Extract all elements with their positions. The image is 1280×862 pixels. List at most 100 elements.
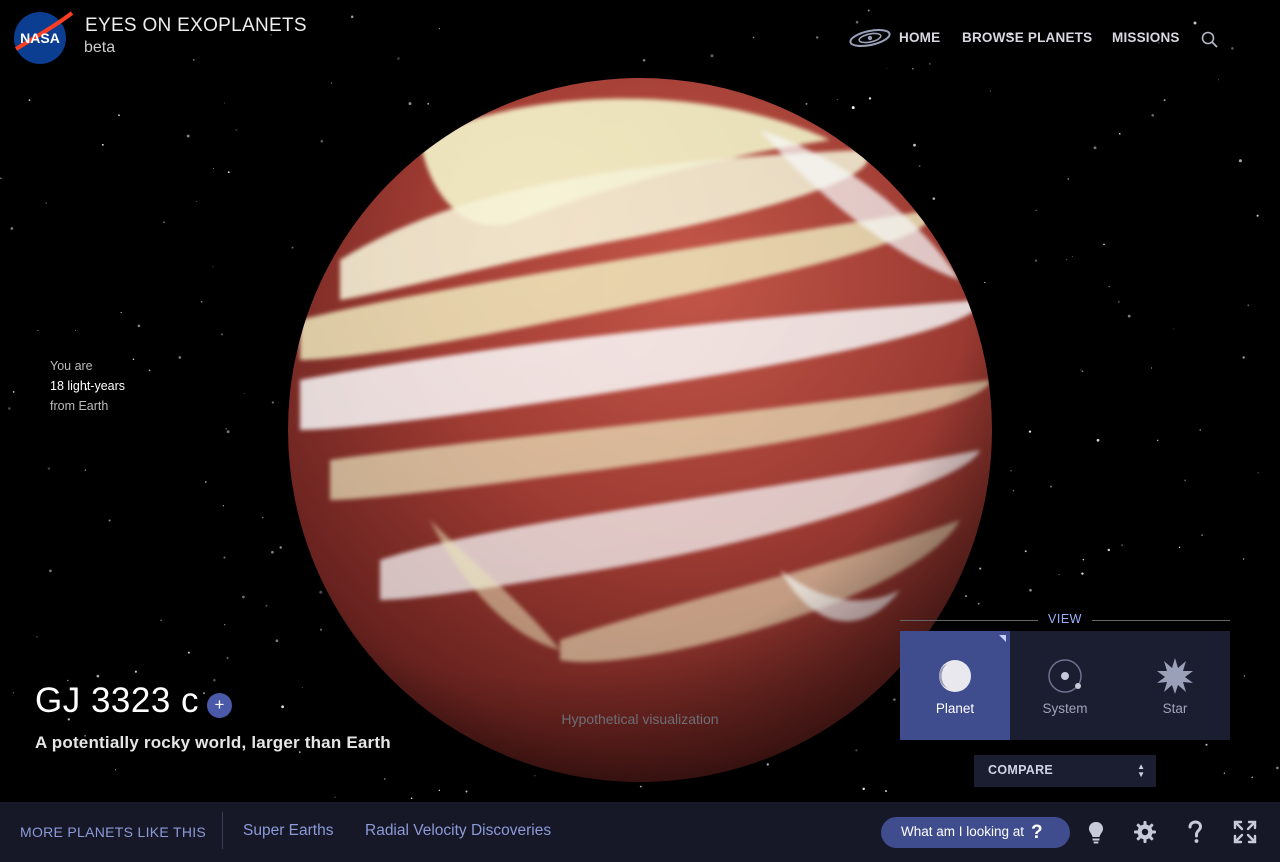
background-star <box>1199 429 1201 431</box>
visualization-note: Hypothetical visualization <box>561 711 719 727</box>
background-star <box>1093 146 1097 150</box>
distance-suffix: from Earth <box>50 399 109 413</box>
background-star <box>1173 328 1175 330</box>
background-star <box>1035 209 1037 212</box>
view-star-label: Star <box>1162 701 1188 716</box>
background-star <box>893 698 896 701</box>
nasa-logo[interactable]: NASA <box>10 9 74 65</box>
background-star <box>918 165 921 167</box>
background-star <box>965 595 967 597</box>
app-subtitle: beta <box>84 39 116 56</box>
background-star <box>227 171 230 174</box>
background-star <box>350 15 354 19</box>
background-star <box>1178 546 1181 548</box>
background-star <box>868 97 872 100</box>
background-star <box>1096 438 1100 442</box>
galaxy-icon[interactable] <box>847 26 893 50</box>
background-star <box>1080 369 1082 371</box>
background-star <box>186 134 190 138</box>
active-corner-indicator <box>999 635 1006 642</box>
app-title[interactable]: EYES ON EXOPLANETS <box>85 15 307 37</box>
compare-select[interactable]: COMPARE ▲ ▼ <box>974 755 1156 787</box>
background-star <box>8 407 11 410</box>
background-star <box>465 790 468 793</box>
background-star <box>244 392 246 395</box>
background-star <box>319 590 323 594</box>
background-star <box>1201 534 1203 537</box>
category-radial-velocity[interactable]: Radial Velocity Discoveries <box>365 822 551 840</box>
background-star <box>101 143 104 146</box>
background-star <box>220 333 224 336</box>
background-star <box>137 324 141 328</box>
background-star <box>867 9 870 12</box>
more-planets-label: MORE PLANETS LIKE THIS <box>20 824 207 840</box>
background-star <box>1193 21 1197 25</box>
planet-name: GJ 3323 c <box>35 681 200 720</box>
what-am-i-looking-at-label: What am I looking at <box>901 824 1025 839</box>
background-star <box>932 197 936 200</box>
add-planet-button[interactable]: + <box>207 693 232 718</box>
lightbulb-icon[interactable] <box>1082 818 1110 846</box>
background-star <box>1029 588 1032 592</box>
background-star <box>1151 114 1154 117</box>
background-star <box>438 28 440 30</box>
background-star <box>1049 485 1053 488</box>
background-star <box>1058 574 1060 576</box>
background-star <box>911 67 914 70</box>
view-star-button[interactable]: Star <box>1120 631 1230 740</box>
background-star <box>37 329 39 331</box>
background-star <box>10 227 14 230</box>
background-star <box>427 102 430 105</box>
background-star <box>96 674 100 678</box>
background-star <box>1107 548 1111 552</box>
view-system-label: System <box>1042 701 1088 716</box>
background-star <box>1103 243 1105 246</box>
background-star <box>28 99 31 102</box>
background-star <box>1151 367 1153 369</box>
background-star <box>1184 479 1186 482</box>
search-icon[interactable] <box>1200 30 1220 50</box>
background-star <box>836 99 838 100</box>
background-star <box>886 67 888 69</box>
view-planet-button[interactable]: Planet <box>900 631 1010 740</box>
background-star <box>766 763 769 766</box>
background-star <box>1071 256 1073 258</box>
view-label: VIEW <box>900 612 1230 628</box>
background-star <box>1223 772 1226 774</box>
help-icon[interactable] <box>1181 818 1209 846</box>
background-star <box>1251 776 1254 779</box>
distance-prefix: You are <box>50 359 93 373</box>
background-star <box>84 469 87 471</box>
background-star <box>1121 544 1123 546</box>
background-star <box>301 687 303 689</box>
background-star <box>1108 286 1110 288</box>
background-star <box>204 481 207 483</box>
planet-globe <box>288 78 992 782</box>
view-system-button[interactable]: System <box>1010 631 1120 740</box>
background-star <box>805 102 808 105</box>
background-star <box>438 789 441 791</box>
gear-icon[interactable] <box>1131 818 1159 846</box>
background-star <box>45 202 47 204</box>
background-star <box>281 705 284 709</box>
distance-value: 18 light-years <box>50 379 126 393</box>
background-star <box>1243 558 1245 560</box>
background-star <box>319 628 323 631</box>
nav-missions[interactable]: MISSIONS <box>1112 30 1180 48</box>
background-star <box>1118 301 1120 303</box>
background-star <box>224 624 226 626</box>
background-star <box>1256 214 1259 217</box>
fullscreen-icon[interactable] <box>1231 818 1259 846</box>
background-star <box>178 356 182 359</box>
category-super-earths[interactable]: Super Earths <box>243 822 333 840</box>
background-star <box>639 785 642 788</box>
what-am-i-looking-at-button[interactable]: What am I looking at ? <box>881 817 1070 848</box>
nav-home[interactable]: HOME <box>899 30 940 48</box>
background-star <box>271 401 275 404</box>
background-star <box>1242 356 1245 359</box>
background-star <box>1231 47 1234 50</box>
background-star <box>408 102 412 106</box>
background-star <box>1127 314 1131 318</box>
background-star <box>148 369 151 372</box>
nav-browse-planets[interactable]: BROWSE PLANETS <box>962 30 1092 48</box>
